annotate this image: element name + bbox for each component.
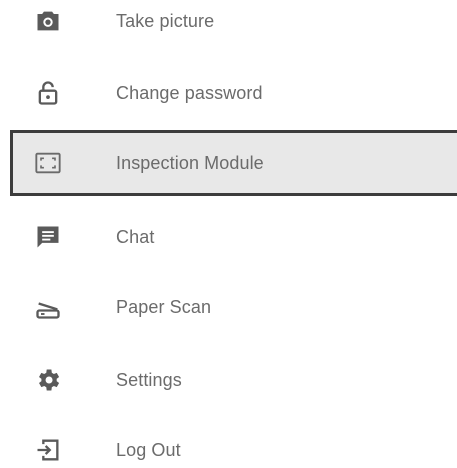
menu-item-label: Settings (116, 369, 182, 390)
menu-item-label: Change password (116, 82, 263, 103)
lock-icon (34, 79, 62, 107)
logout-icon (34, 436, 62, 464)
camera-icon (34, 7, 62, 35)
menu-item-label: Log Out (116, 439, 181, 460)
inspection-frame-icon (34, 149, 62, 177)
menu-item-paper-scan[interactable]: Paper Scan (0, 274, 457, 340)
menu-item-change-password[interactable]: Change password (0, 60, 457, 126)
menu-item-label: Paper Scan (116, 296, 212, 317)
menu-item-label: Inspection Module (116, 152, 264, 173)
gear-icon (34, 366, 62, 394)
menu-item-chat[interactable]: Chat (0, 204, 457, 270)
menu-item-label: Chat (116, 226, 155, 247)
menu-item-settings[interactable]: Settings (0, 347, 457, 413)
menu-item-log-out[interactable]: Log Out (0, 417, 457, 468)
menu-item-inspection-module[interactable]: Inspection Module (10, 130, 457, 196)
scanner-icon (34, 293, 62, 321)
menu-item-take-picture[interactable]: Take picture (0, 0, 457, 54)
menu-item-label: Take picture (116, 10, 215, 31)
chat-icon (34, 223, 62, 251)
navigation-menu: Take picture Change password Inspection … (0, 0, 457, 468)
